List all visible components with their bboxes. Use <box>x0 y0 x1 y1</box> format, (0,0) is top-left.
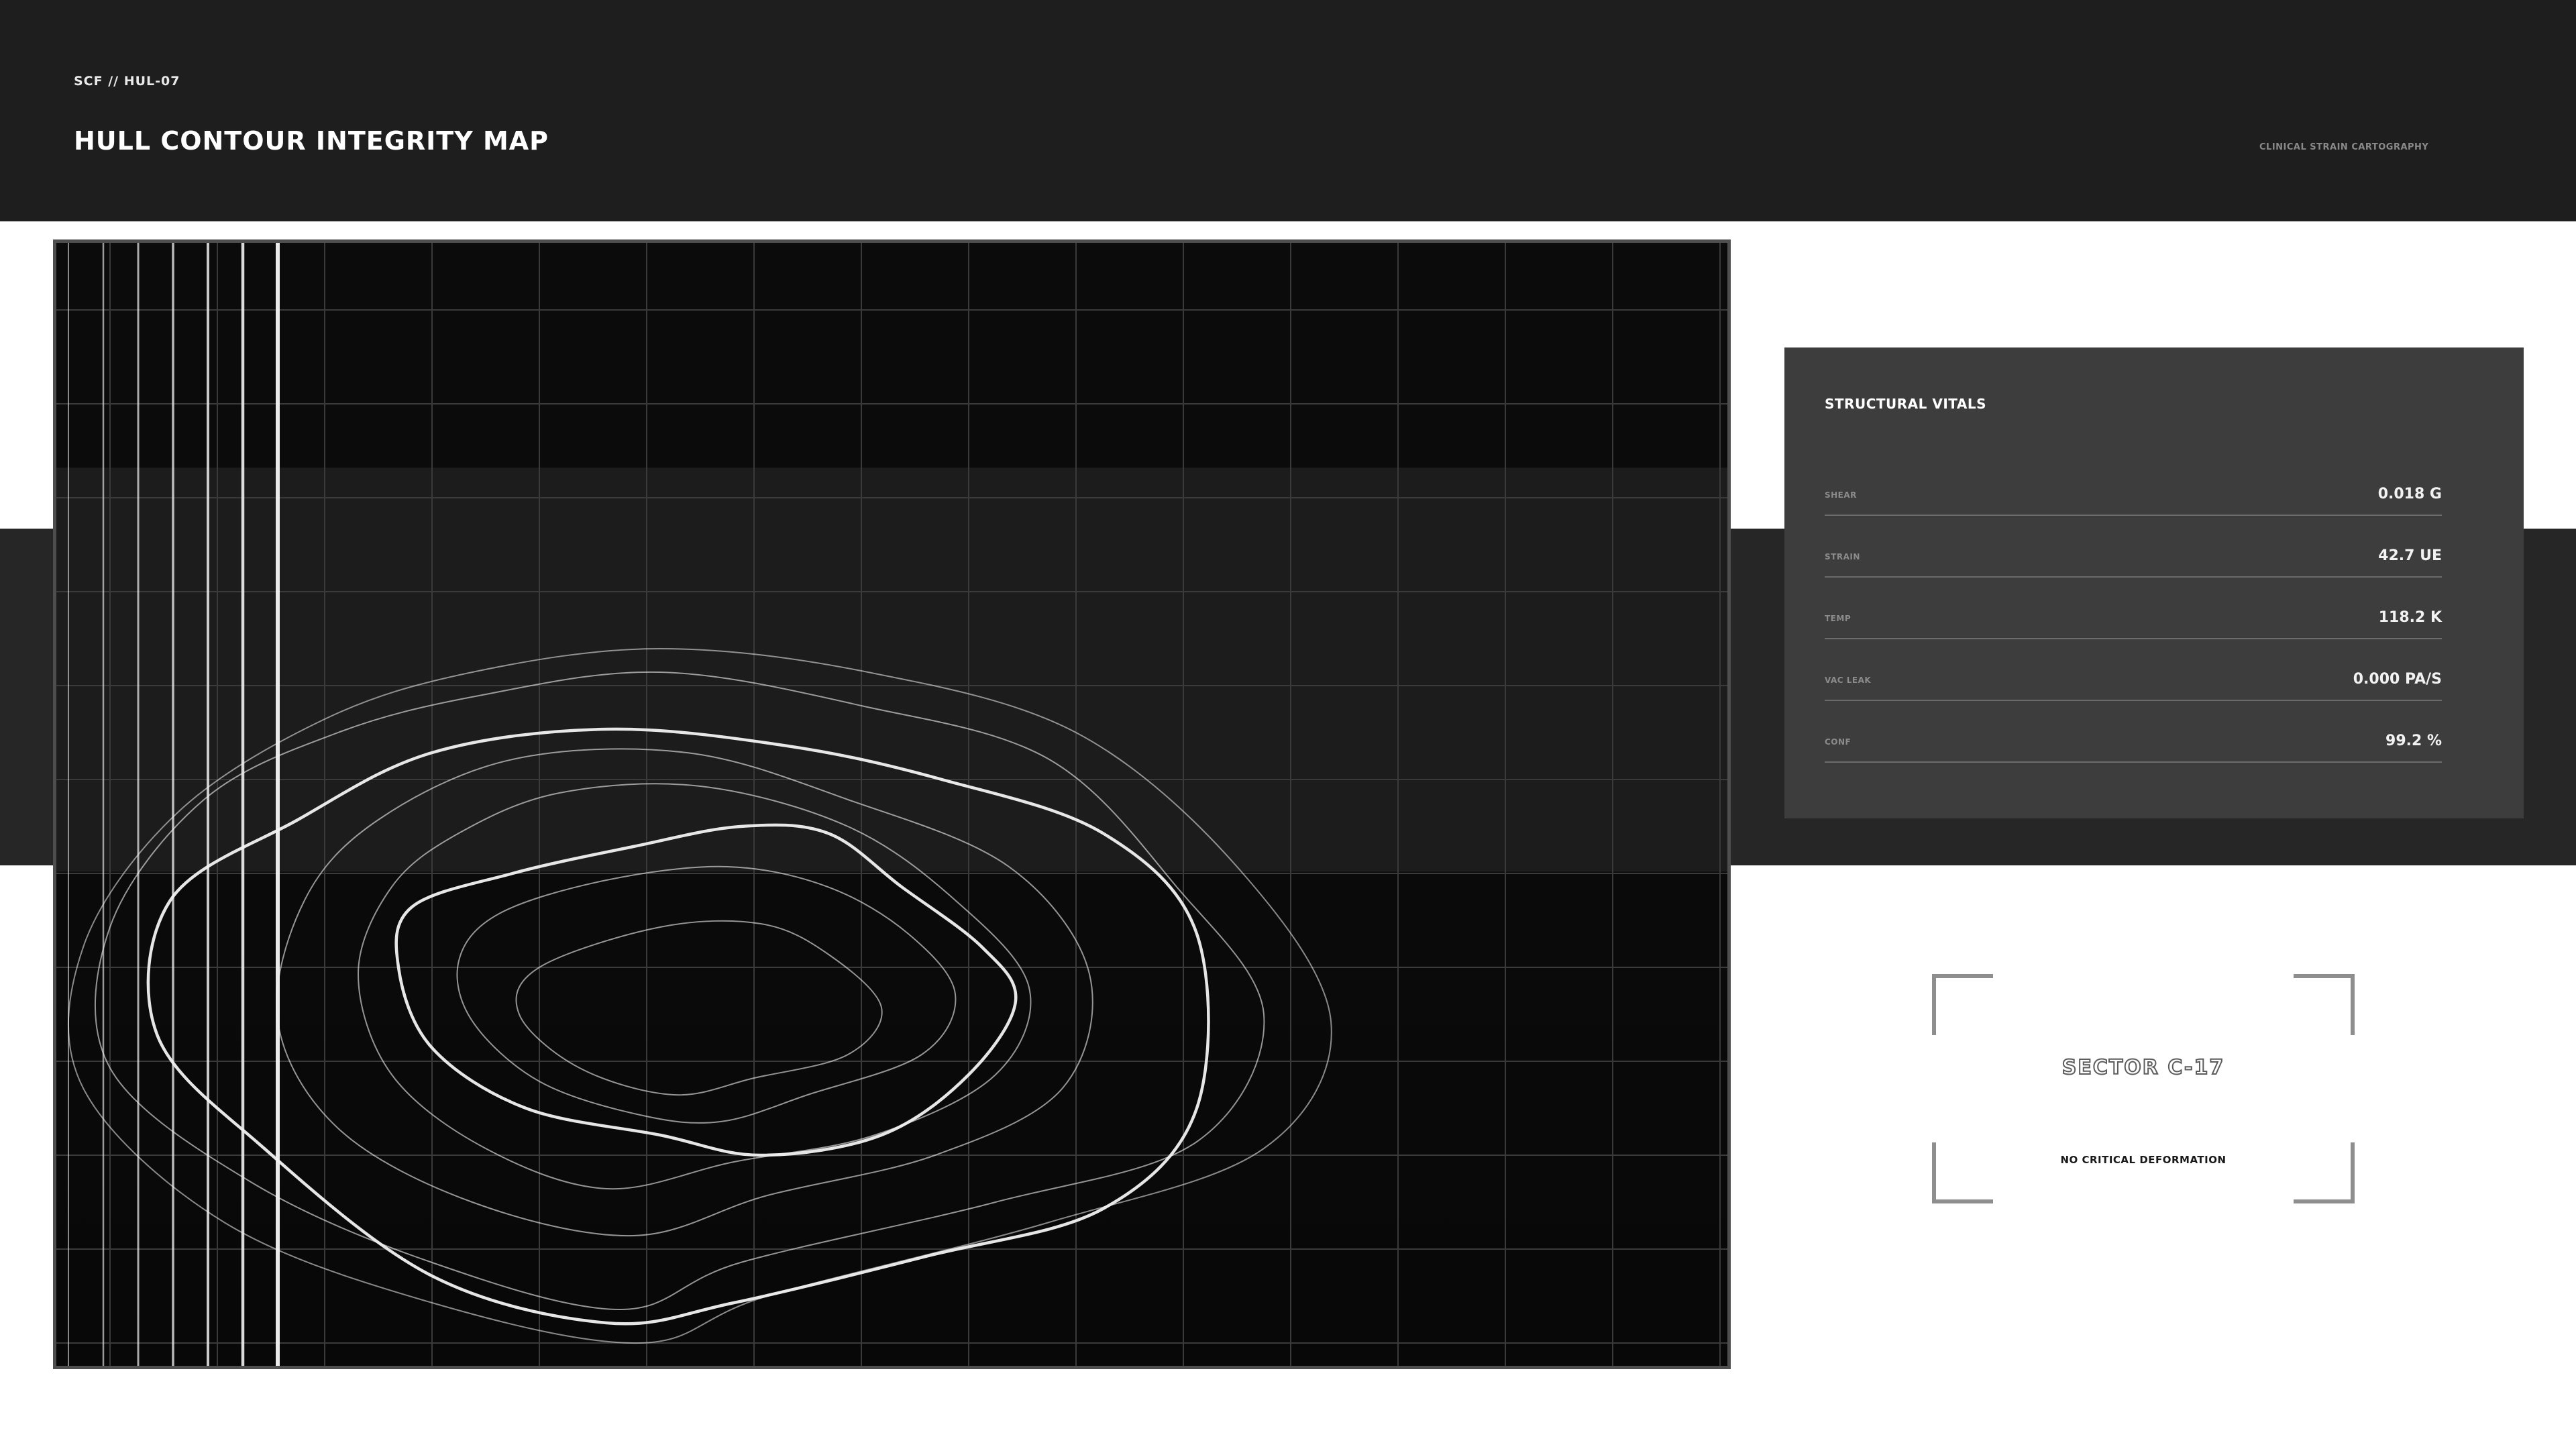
vital-label: TEMP <box>1825 614 1851 623</box>
vital-label: VAC LEAK <box>1825 676 1872 685</box>
vital-row-conf: CONF 99.2 % <box>1825 700 2442 763</box>
sector-name: SECTOR C-17 <box>2061 1055 2225 1080</box>
contour-map-canvas <box>56 243 1727 1366</box>
vital-row-strain: STRAIN 42.7 UE <box>1825 515 2442 578</box>
header-bar: SCF // HUL-07 HULL CONTOUR INTEGRITY MAP… <box>0 0 2576 221</box>
frame-corner <box>2294 1142 2355 1203</box>
frame-corner <box>2294 974 2355 1035</box>
contour-map[interactable] <box>53 239 1731 1369</box>
system-code: SCF // HUL-07 <box>74 74 180 89</box>
vital-label: CONF <box>1825 737 1851 747</box>
vital-label: STRAIN <box>1825 552 1860 561</box>
page-subtitle: CLINICAL STRAIN CARTOGRAPHY <box>2259 142 2429 152</box>
vital-value: 0.018 G <box>2377 486 2442 502</box>
page-title: HULL CONTOUR INTEGRITY MAP <box>74 126 549 156</box>
map-background <box>56 243 1727 1366</box>
sector-status-frame: SECTOR C-17 NO CRITICAL DEFORMATION <box>1932 974 2355 1203</box>
structural-vitals-panel: STRUCTURAL VITALS SHEAR 0.018 G STRAIN 4… <box>1784 347 2524 818</box>
frame-corner <box>1932 1142 1993 1203</box>
vital-row-vac-leak: VAC LEAK 0.000 PA/S <box>1825 638 2442 701</box>
vital-value: 99.2 % <box>2385 733 2442 749</box>
sector-status: NO CRITICAL DEFORMATION <box>2060 1154 2226 1166</box>
vital-value: 118.2 K <box>2378 609 2442 626</box>
vitals-heading: STRUCTURAL VITALS <box>1825 396 1986 412</box>
vital-row-temp: TEMP 118.2 K <box>1825 576 2442 639</box>
vital-value: 0.000 PA/S <box>2353 671 2442 688</box>
vital-row-shear: SHEAR 0.018 G <box>1825 453 2442 516</box>
vital-value: 42.7 UE <box>2378 547 2442 564</box>
vital-label: SHEAR <box>1825 490 1857 500</box>
frame-corner <box>1932 974 1993 1035</box>
